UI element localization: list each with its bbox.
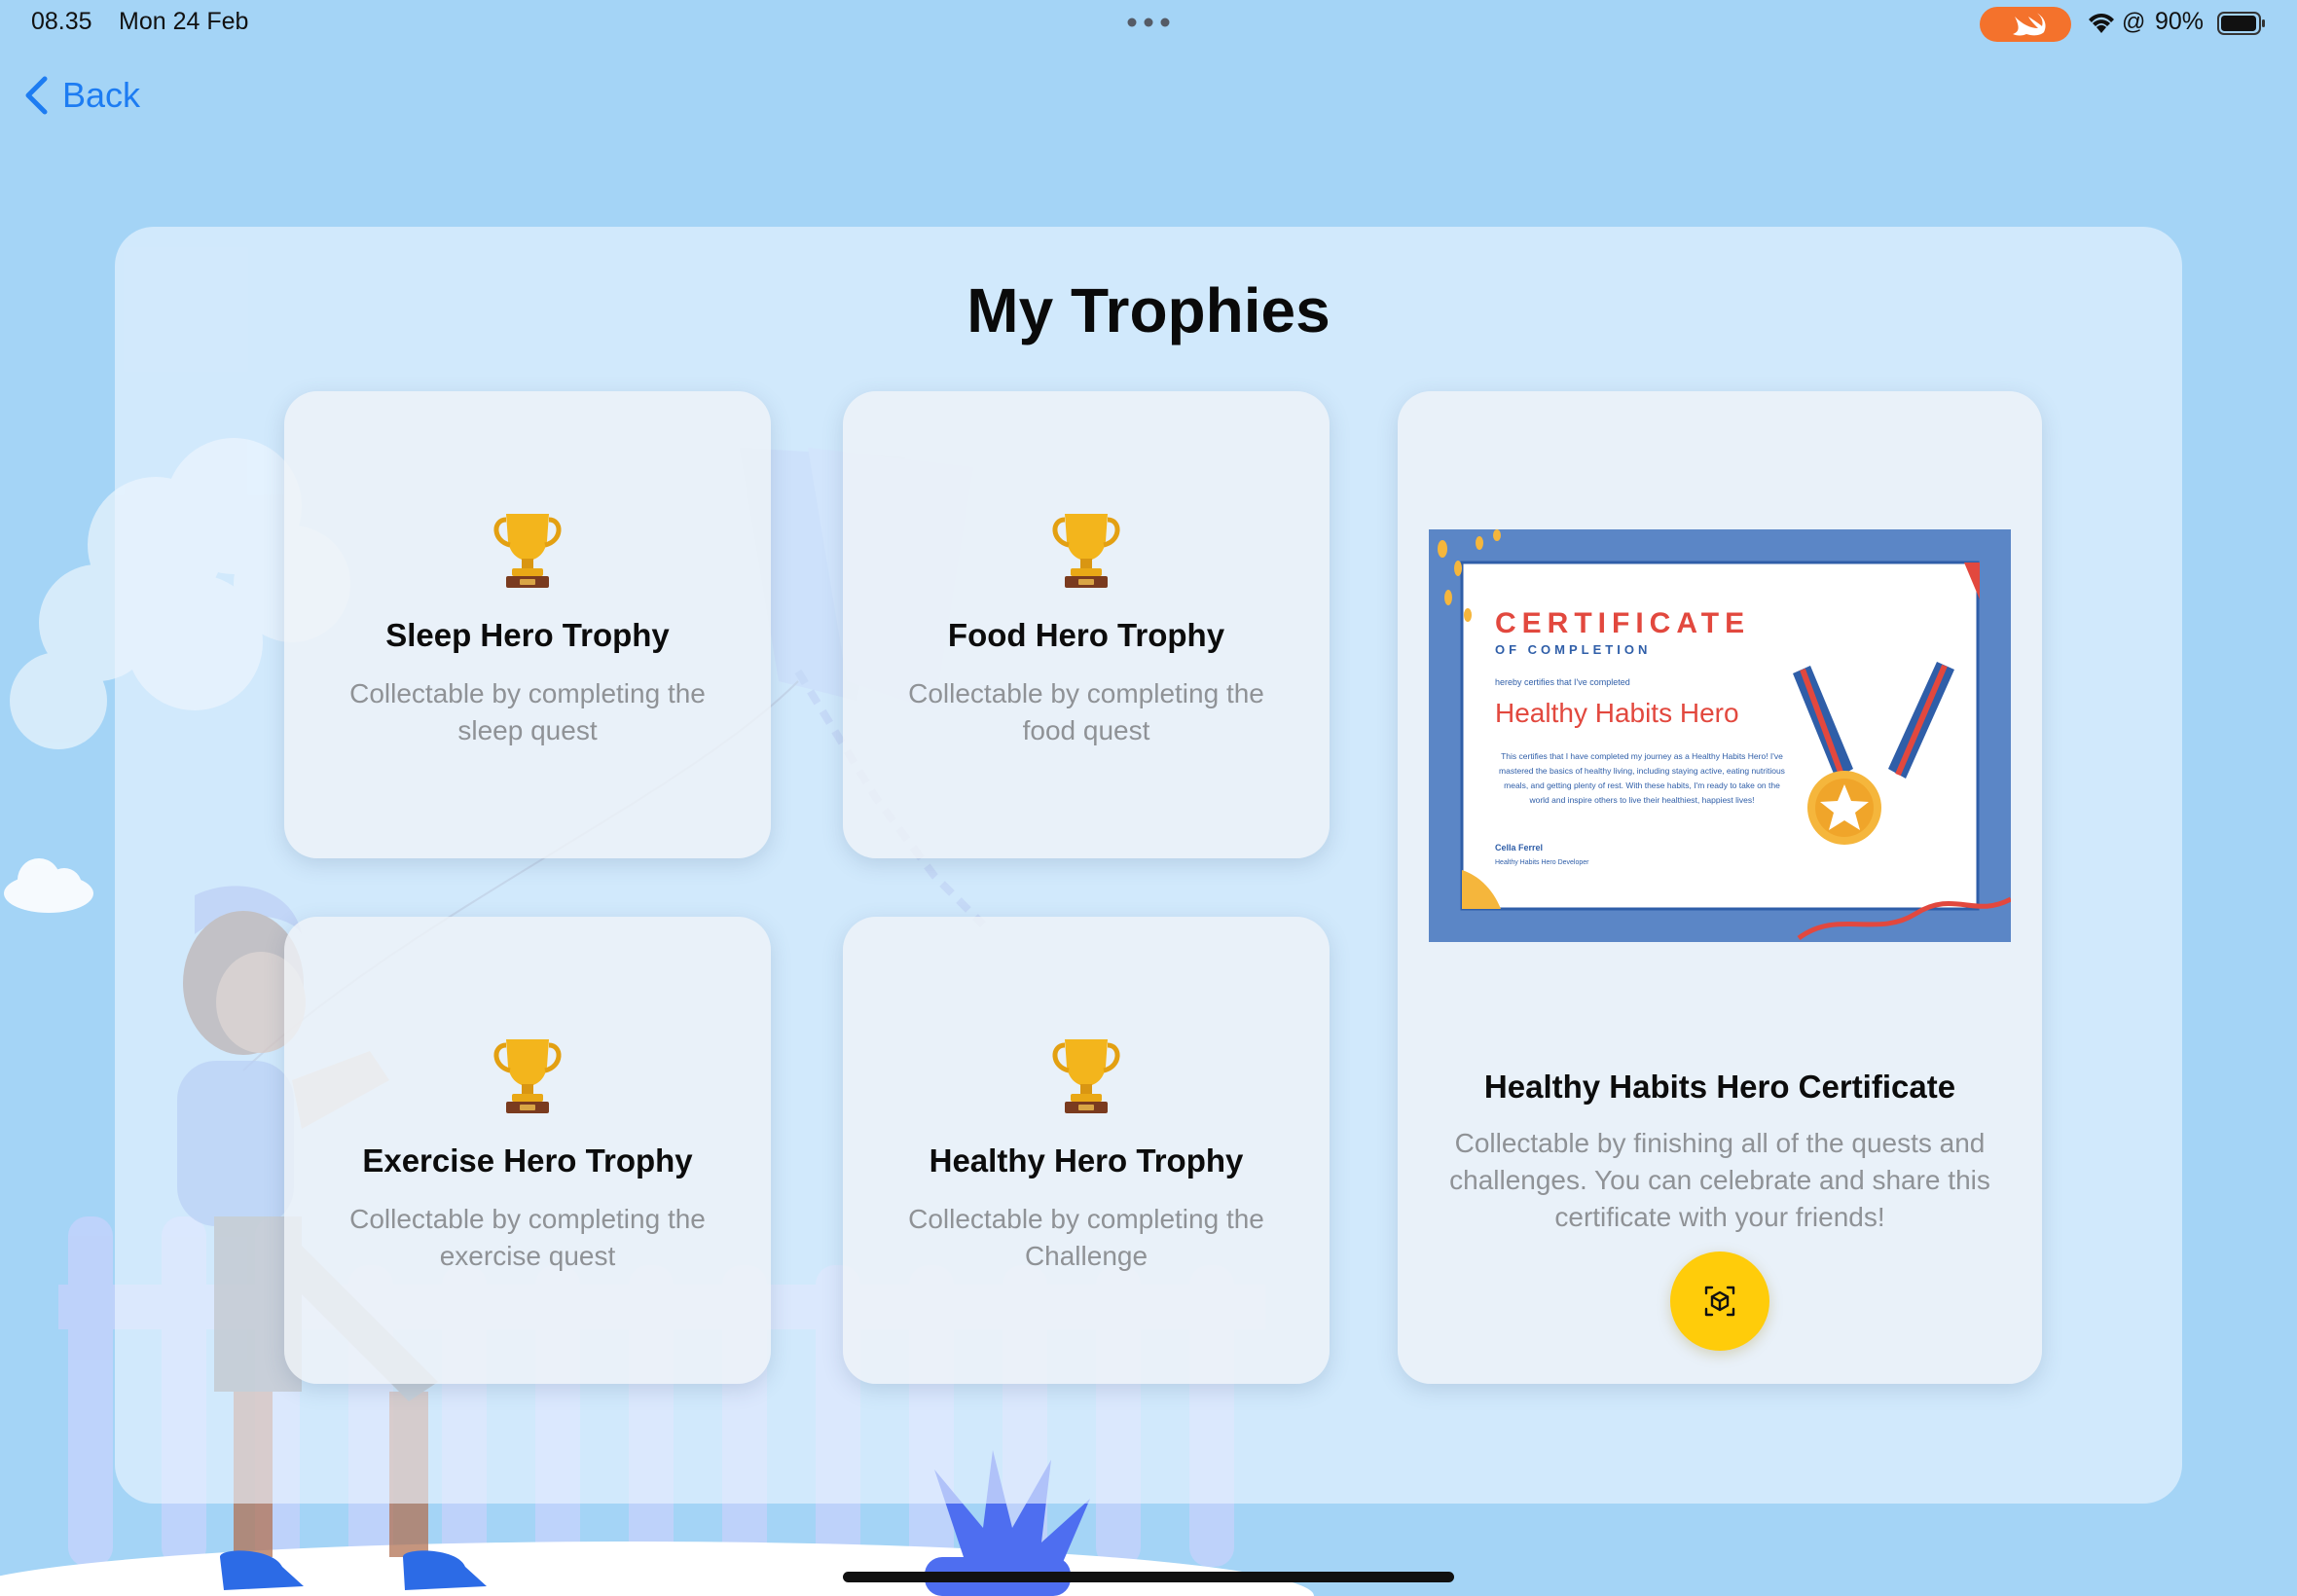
- back-label: Back: [62, 75, 141, 115]
- page-title: My Trophies: [966, 275, 1331, 345]
- cert-heading: CERTIFICATE: [1495, 607, 1750, 639]
- chevron-left-icon: [25, 76, 48, 115]
- status-date: Mon 24 Feb: [119, 8, 249, 35]
- ar-view-button[interactable]: [1670, 1251, 1769, 1351]
- at-icon: @: [2122, 9, 2146, 35]
- cert-intro: hereby certifies that I've completed: [1495, 677, 1630, 687]
- multitasking-dots-icon[interactable]: [1127, 18, 1170, 27]
- trophy-title: Food Hero Trophy: [947, 617, 1225, 653]
- status-bar: 08.35 Mon 24 Feb @ 90%: [0, 0, 2297, 49]
- trophy-title: Exercise Hero Trophy: [362, 1143, 693, 1179]
- trophy-description: Collectable by completing the Challenge: [908, 1204, 1264, 1271]
- cert-subheading: OF COMPLETION: [1495, 642, 1651, 657]
- status-time: 08.35: [31, 8, 92, 35]
- swift-playgrounds-indicator[interactable]: [1980, 7, 2071, 42]
- cert-signer: Cella Ferrel: [1495, 843, 1543, 852]
- trophy-card-sleep[interactable]: Sleep Hero Trophy Collectable by complet…: [284, 391, 771, 858]
- trophy-icon: [493, 1039, 562, 1113]
- trophy-card-food[interactable]: Food Hero Trophy Collectable by completi…: [843, 391, 1330, 858]
- trophy-icon: [1052, 1039, 1120, 1113]
- trophy-icon: [493, 514, 562, 588]
- cert-body: This certifies that I have completed my …: [1499, 751, 1785, 805]
- trophy-icon: [1052, 514, 1120, 588]
- trophy-title: Healthy Hero Trophy: [929, 1143, 1244, 1179]
- cert-signer-role: Healthy Habits Hero Developer: [1495, 859, 1589, 866]
- back-button[interactable]: Back: [23, 74, 140, 117]
- certificate-image[interactable]: CERTIFICATE OF COMPLETION hereby certifi…: [1429, 529, 2011, 942]
- certificate-title: Healthy Habits Hero Certificate: [1483, 1069, 1956, 1105]
- cert-name: Healthy Habits Hero: [1495, 698, 1739, 728]
- trophy-description: Collectable by completing the exercise q…: [349, 1204, 706, 1271]
- trophy-title: Sleep Hero Trophy: [385, 617, 670, 653]
- home-indicator[interactable]: [843, 1572, 1454, 1582]
- trophy-card-exercise[interactable]: Exercise Hero Trophy Collectable by comp…: [284, 917, 771, 1384]
- trophy-description: Collectable by completing the sleep ques…: [349, 678, 706, 745]
- trophy-card-healthy[interactable]: Healthy Hero Trophy Collectable by compl…: [843, 917, 1330, 1384]
- wifi-icon: [2089, 14, 2114, 33]
- ar-view-icon: [1704, 1286, 1735, 1317]
- certificate-card[interactable]: CERTIFICATE OF COMPLETION hereby certifi…: [1398, 391, 2042, 1384]
- certificate-description: Collectable by finishing all of the ques…: [1449, 1128, 1990, 1232]
- battery-icon: [2217, 12, 2265, 35]
- trophy-description: Collectable by completing the food quest: [908, 678, 1264, 745]
- swift-icon: [2013, 13, 2046, 36]
- battery-percent: 90%: [2155, 8, 2205, 35]
